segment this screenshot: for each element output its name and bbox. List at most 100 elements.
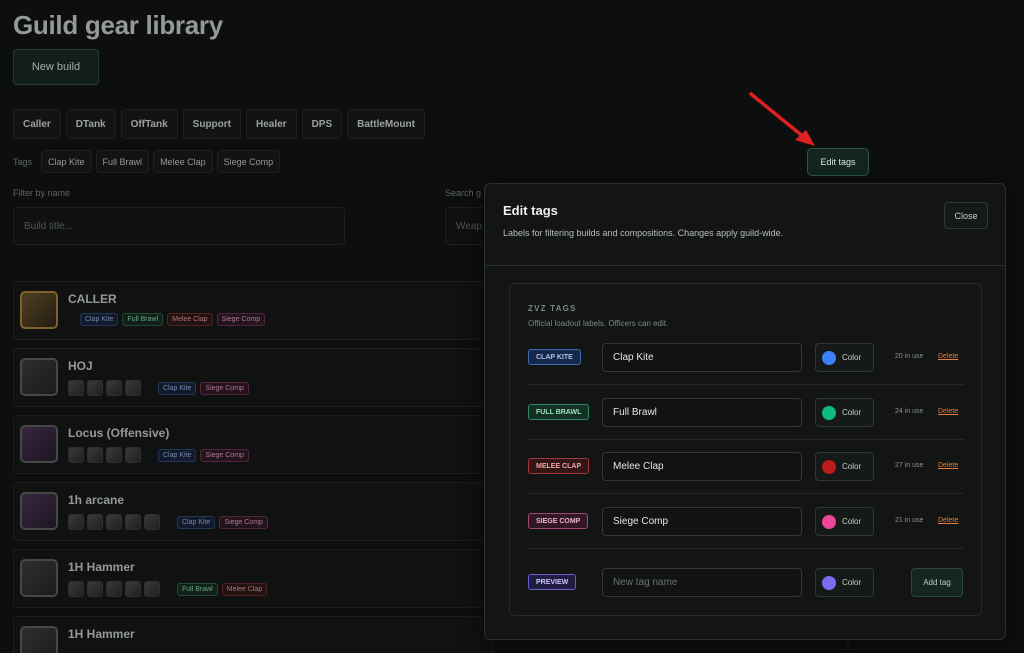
build-row[interactable]: CALLER Clap Kite Full Brawl Melee Clap S… — [13, 281, 493, 340]
build-tag-clap-kite: Clap Kite — [158, 381, 197, 395]
delete-link[interactable]: Delete — [938, 462, 958, 469]
build-title: 1H Hammer — [68, 560, 135, 574]
build-tag-siege-comp: Siege Comp — [219, 515, 268, 529]
new-tag-name-input[interactable]: New tag name — [602, 568, 802, 597]
delete-link[interactable]: Delete — [938, 408, 958, 415]
color-picker-button[interactable]: Color — [815, 452, 874, 481]
build-title: HOJ — [68, 359, 93, 373]
build-gear-items: Clap Kite Siege Comp — [68, 447, 249, 463]
role-battlemount-button[interactable]: BattleMount — [347, 109, 425, 139]
close-button[interactable]: Close — [944, 202, 988, 229]
modal-title: Edit tags — [503, 203, 558, 218]
tags-label: Tags — [13, 156, 33, 167]
build-row[interactable]: 1H Hammer Full Brawl Melee Clap — [13, 549, 493, 608]
section-title: ZVZ TAGS — [528, 304, 577, 313]
row-divider — [528, 548, 964, 549]
gear-item-icon — [106, 447, 122, 463]
hammer-weapon-icon — [20, 559, 58, 597]
build-tag-siege-comp: Siege Comp — [200, 448, 249, 462]
new-build-button[interactable]: New build — [13, 49, 99, 85]
tag-filter-melee-clap[interactable]: Melee Clap — [153, 150, 213, 173]
color-swatch-icon — [822, 405, 836, 420]
tag-name-input[interactable]: Full Brawl — [602, 398, 802, 427]
build-gear-items: Full Brawl Melee Clap — [68, 581, 268, 597]
section-subtitle: Official loadout labels. Officers can ed… — [528, 319, 669, 328]
more-options-icon[interactable]: ⋮ — [843, 641, 853, 652]
tag-filter-row: Tags Clap Kite Full Brawl Melee Clap Sie… — [13, 150, 281, 173]
tag-filter-siege-comp[interactable]: Siege Comp — [216, 150, 281, 173]
color-label: Color — [842, 462, 862, 471]
tag-filter-clap-kite[interactable]: Clap Kite — [41, 150, 92, 173]
arcane-weapon-icon — [20, 492, 58, 530]
tag-row-clap-kite: CLAP KITE Clap Kite Color 20 in use Dele… — [528, 343, 964, 383]
gear-item-icon — [106, 380, 122, 396]
gear-item-icon — [87, 447, 103, 463]
build-row[interactable]: HOJ Clap Kite Siege Comp — [13, 348, 493, 407]
tag-name-input[interactable]: Melee Clap — [602, 452, 802, 481]
gear-item-icon — [144, 581, 160, 597]
locus-weapon-icon — [20, 425, 58, 463]
gear-item-icon — [125, 447, 141, 463]
tag-pill-clap-kite: CLAP KITE — [528, 349, 581, 365]
build-gear-items: Clap Kite Siege Comp — [68, 514, 268, 530]
tag-row-siege-comp: SIEGE COMP Siege Comp Color 21 in use De… — [528, 507, 964, 547]
tag-name-input[interactable]: Clap Kite — [602, 343, 802, 372]
build-tags: Clap Kite Full Brawl Melee Clap Siege Co… — [80, 313, 266, 326]
tag-name-input[interactable]: Siege Comp — [602, 507, 802, 536]
tag-pill-siege-comp: SIEGE COMP — [528, 513, 589, 529]
color-picker-button[interactable]: Color — [815, 343, 874, 372]
role-dtank-button[interactable]: DTank — [65, 109, 116, 139]
build-title: Locus (Offensive) — [68, 426, 170, 440]
staff-weapon-icon — [20, 291, 58, 329]
color-picker-button[interactable]: Color — [815, 398, 874, 427]
modal-divider — [485, 265, 1005, 266]
role-healer-button[interactable]: Healer — [246, 109, 297, 139]
build-title: 1H Hammer — [68, 627, 135, 641]
tag-pill-melee-clap: MELEE CLAP — [528, 458, 590, 474]
gear-item-icon — [68, 380, 84, 396]
filter-name-label: Filter by name — [13, 188, 71, 198]
role-offtank-button[interactable]: OffTank — [120, 109, 178, 139]
build-row[interactable]: 1h arcane Clap Kite Siege Comp — [13, 482, 493, 541]
usage-count: 21 in use — [895, 517, 924, 524]
add-tag-button[interactable]: Add tag — [911, 568, 963, 597]
build-tag-clap-kite: Clap Kite — [158, 448, 197, 462]
build-tag-full-brawl: Full Brawl — [177, 582, 218, 596]
gear-item-icon — [68, 447, 84, 463]
row-divider — [528, 384, 964, 385]
color-label: Color — [842, 353, 862, 362]
color-swatch-icon — [822, 350, 836, 365]
delete-link[interactable]: Delete — [938, 517, 958, 524]
color-picker-button[interactable]: Color — [815, 568, 874, 597]
color-label: Color — [842, 578, 862, 587]
build-row[interactable]: Locus (Offensive) Clap Kite Siege Comp — [13, 415, 493, 474]
filter-name-input[interactable]: Build title... — [13, 207, 345, 245]
tag-pill-preview: PREVIEW — [528, 574, 577, 590]
build-gear-items: Clap Kite Siege Comp — [68, 380, 249, 396]
color-swatch-icon — [822, 575, 836, 590]
build-row[interactable]: 1H Hammer — [13, 616, 493, 653]
tag-filter-full-brawl[interactable]: Full Brawl — [95, 150, 150, 173]
role-filter-row: Caller DTank OffTank Support Healer DPS … — [13, 109, 425, 139]
build-tag-melee-clap: Melee Clap — [167, 313, 213, 326]
modal-subtitle: Labels for filtering builds and composit… — [503, 228, 784, 238]
row-divider — [528, 439, 964, 440]
color-picker-button[interactable]: Color — [815, 507, 874, 536]
build-list: CALLER Clap Kite Full Brawl Melee Clap S… — [13, 281, 493, 653]
color-label: Color — [842, 408, 862, 417]
build-tag-melee-clap: Melee Clap — [221, 582, 268, 596]
usage-count: 27 in use — [895, 462, 924, 469]
delete-link[interactable]: Delete — [938, 353, 958, 360]
role-dps-button[interactable]: DPS — [301, 109, 343, 139]
build-title: CALLER — [68, 292, 117, 306]
gear-item-icon — [125, 581, 141, 597]
edit-tags-modal: Edit tags Labels for filtering builds an… — [484, 183, 1006, 640]
gear-item-icon — [87, 581, 103, 597]
hammer-weapon-icon — [20, 626, 58, 653]
gear-item-icon — [87, 380, 103, 396]
role-support-button[interactable]: Support — [182, 109, 241, 139]
page-title: Guild gear library — [13, 10, 223, 40]
role-caller-button[interactable]: Caller — [13, 109, 61, 139]
build-tag-clap-kite: Clap Kite — [80, 313, 119, 326]
tag-pill-full-brawl: FULL BRAWL — [528, 404, 590, 420]
